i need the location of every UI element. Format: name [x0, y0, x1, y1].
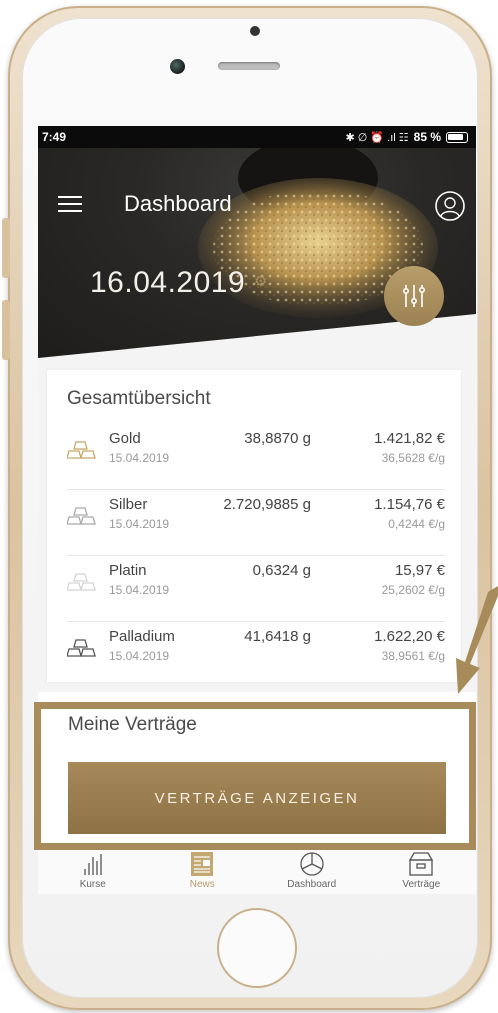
tab-kurse[interactable]: Kurse	[38, 845, 148, 894]
archive-box-icon	[409, 852, 434, 876]
home-button[interactable]	[217, 908, 297, 988]
metal-value: 1.622,20 €	[374, 628, 445, 645]
tab-label: News	[189, 879, 215, 890]
chart-bars-icon	[84, 854, 102, 875]
silver-bars-icon	[67, 507, 96, 525]
volume-down-button	[2, 300, 10, 360]
metal-row-gold[interactable]: Gold 15.04.2019 38,8870 g 1.421,82 € 36,…	[67, 424, 445, 490]
tab-label: Dashboard	[287, 879, 337, 890]
metal-row-palladium[interactable]: Palladium 15.04.2019 41,6418 g 1.622,20 …	[67, 622, 445, 688]
volume-up-button	[2, 218, 10, 278]
app-screen: 7:49 ✱ ∅ ⏰ .ıl ☷ 85 % Dashboard 16.04.20…	[38, 126, 476, 894]
overview-title: Gesamtübersicht	[67, 388, 211, 409]
front-camera	[170, 59, 185, 74]
metal-weight: 38,8870 g	[244, 430, 311, 447]
metal-rate: 25,2602 €/g	[381, 583, 445, 597]
sliders-icon	[403, 285, 425, 307]
pie-chart-icon	[300, 852, 324, 876]
newspaper-icon	[191, 852, 214, 876]
gold-bars-icon	[67, 441, 96, 459]
filter-button[interactable]	[384, 266, 444, 326]
proximity-sensor	[250, 26, 260, 36]
battery-percent: 85 %	[413, 130, 441, 144]
metal-rate: 36,5628 €/g	[381, 451, 445, 465]
show-contracts-button[interactable]: VERTRÄGE ANZEIGEN	[68, 762, 446, 834]
palladium-bars-icon	[67, 639, 96, 657]
overview-card: Gesamtübersicht Gold 15.04.2019 38,8870 …	[47, 370, 461, 682]
metal-name: Platin	[109, 562, 147, 579]
tab-news[interactable]: News	[148, 845, 258, 894]
metal-row-silber[interactable]: Silber 15.04.2019 2.720,9885 g 1.154,76 …	[67, 490, 445, 556]
gear-icon[interactable]: ⚙	[254, 272, 267, 290]
contracts-section: Meine Verträge VERTRÄGE ANZEIGEN	[38, 692, 476, 862]
status-bar: 7:49 ✱ ∅ ⏰ .ıl ☷ 85 %	[38, 126, 476, 148]
status-icons: ✱ ∅ ⏰ .ıl ☷	[345, 131, 409, 144]
earpiece-speaker	[218, 62, 280, 70]
metal-weight: 2.720,9885 g	[223, 496, 311, 513]
metal-value: 15,97 €	[394, 562, 445, 579]
status-time: 7:49	[42, 130, 67, 144]
metal-value: 1.421,82 €	[374, 430, 445, 447]
hero-image: Dashboard 16.04.2019 ⚙	[38, 148, 476, 358]
metal-value: 1.154,76 €	[374, 496, 445, 513]
metal-rate: 38,9561 €/g	[381, 649, 445, 663]
tab-dashboard[interactable]: Dashboard	[257, 845, 367, 894]
page-title: Dashboard	[124, 191, 232, 216]
platinum-bars-icon	[67, 573, 96, 591]
contracts-title: Meine Verträge	[68, 714, 197, 735]
bottom-tab-bar: Kurse News Dashboard Verträge	[38, 844, 476, 894]
battery-icon	[446, 131, 468, 143]
dashboard-date: 16.04.2019	[90, 266, 246, 299]
metal-date: 15.04.2019	[109, 583, 170, 597]
metal-weight: 41,6418 g	[244, 628, 311, 645]
metal-date: 15.04.2019	[109, 649, 170, 663]
metal-date: 15.04.2019	[109, 451, 170, 465]
hamburger-menu-icon[interactable]	[58, 196, 82, 216]
user-profile-icon[interactable]	[434, 190, 466, 222]
tab-label: Verträge	[402, 879, 441, 890]
tab-label: Kurse	[79, 879, 106, 890]
metal-name: Silber	[109, 496, 148, 513]
metal-name: Gold	[109, 430, 141, 447]
metal-weight: 0,6324 g	[252, 562, 311, 579]
metal-rate: 0,4244 €/g	[388, 517, 445, 531]
metal-row-platin[interactable]: Platin 15.04.2019 0,6324 g 15,97 € 25,26…	[67, 556, 445, 622]
metal-name: Palladium	[109, 628, 175, 645]
metal-date: 15.04.2019	[109, 517, 170, 531]
tab-vertraege[interactable]: Verträge	[367, 845, 477, 894]
